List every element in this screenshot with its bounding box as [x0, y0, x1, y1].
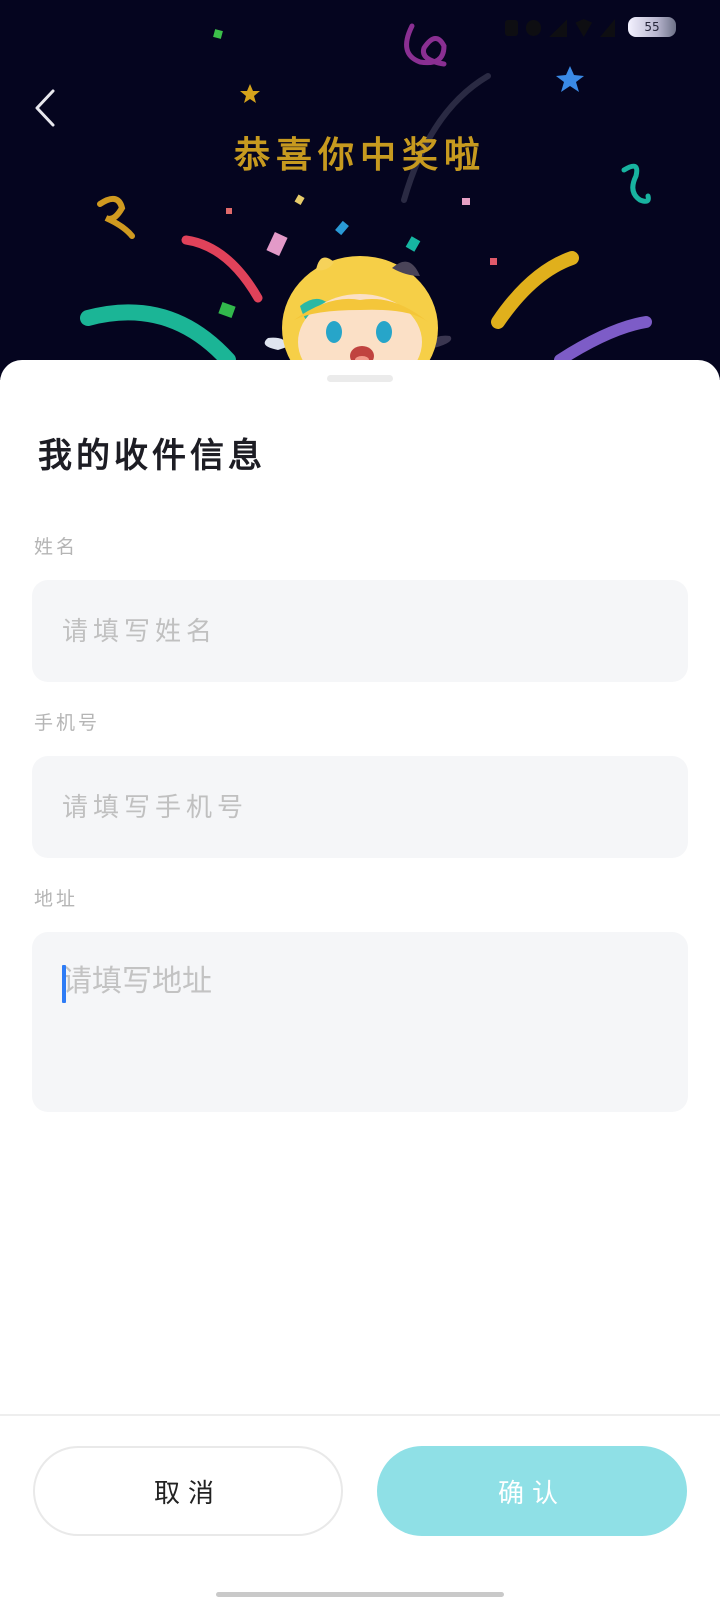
back-button[interactable] — [28, 84, 62, 132]
address-input[interactable] — [62, 962, 668, 1092]
sheet-title: 我的收件信息 — [38, 436, 266, 476]
star-blue — [556, 66, 584, 92]
confetti-bit-red — [490, 258, 497, 265]
name-input[interactable] — [60, 580, 668, 684]
notification-icon — [505, 20, 519, 36]
shipping-info-sheet: 我的收件信息 姓名 手机号 地址 取消 确认 — [0, 360, 720, 1600]
footer-divider — [0, 1414, 720, 1416]
celebration-banner: 55 恭喜你中奖啦 — [0, 0, 720, 380]
phone-input[interactable] — [60, 756, 668, 860]
text-caret — [62, 965, 66, 1003]
confetti-bit-blue — [335, 220, 349, 236]
streamer-red — [181, 235, 263, 303]
confetti-bit-pink-2 — [462, 198, 470, 205]
phone-field[interactable] — [32, 756, 688, 860]
status-icons — [505, 16, 615, 40]
curl-gold — [97, 195, 135, 239]
confetti-bit-red-2 — [226, 208, 232, 214]
streamer-green-left — [80, 304, 236, 368]
streamer-purple-right — [554, 316, 652, 366]
wifi-icon — [575, 19, 593, 37]
cancel-button[interactable]: 取消 — [33, 1446, 343, 1536]
congratulations-title: 恭喜你中奖啦 — [233, 134, 486, 176]
confetti-bit-yellow — [294, 194, 305, 205]
address-field-label: 地址 — [34, 888, 79, 910]
nfc-icon — [526, 20, 542, 36]
home-indicator[interactable] — [216, 1592, 504, 1597]
signal-icon — [549, 19, 568, 37]
name-field[interactable] — [32, 580, 688, 684]
name-field-label: 姓名 — [34, 536, 79, 558]
battery-indicator: 55 — [628, 17, 676, 37]
address-field[interactable] — [32, 932, 688, 1112]
star-gold — [240, 84, 260, 103]
screen: 55 恭喜你中奖啦 我的收件信息 姓名 手机号 地址 取消 确认 — [0, 0, 720, 1600]
confetti-bit-green-2 — [218, 301, 236, 319]
sheet-drag-handle[interactable] — [327, 375, 393, 382]
phone-field-label: 手机号 — [34, 712, 101, 734]
status-bar: 55 — [0, 0, 720, 56]
signal-icon-2 — [600, 19, 615, 37]
confirm-button[interactable]: 确认 — [377, 1446, 687, 1536]
streamer-yellow-right — [491, 251, 579, 329]
chevron-left-icon — [35, 89, 55, 127]
